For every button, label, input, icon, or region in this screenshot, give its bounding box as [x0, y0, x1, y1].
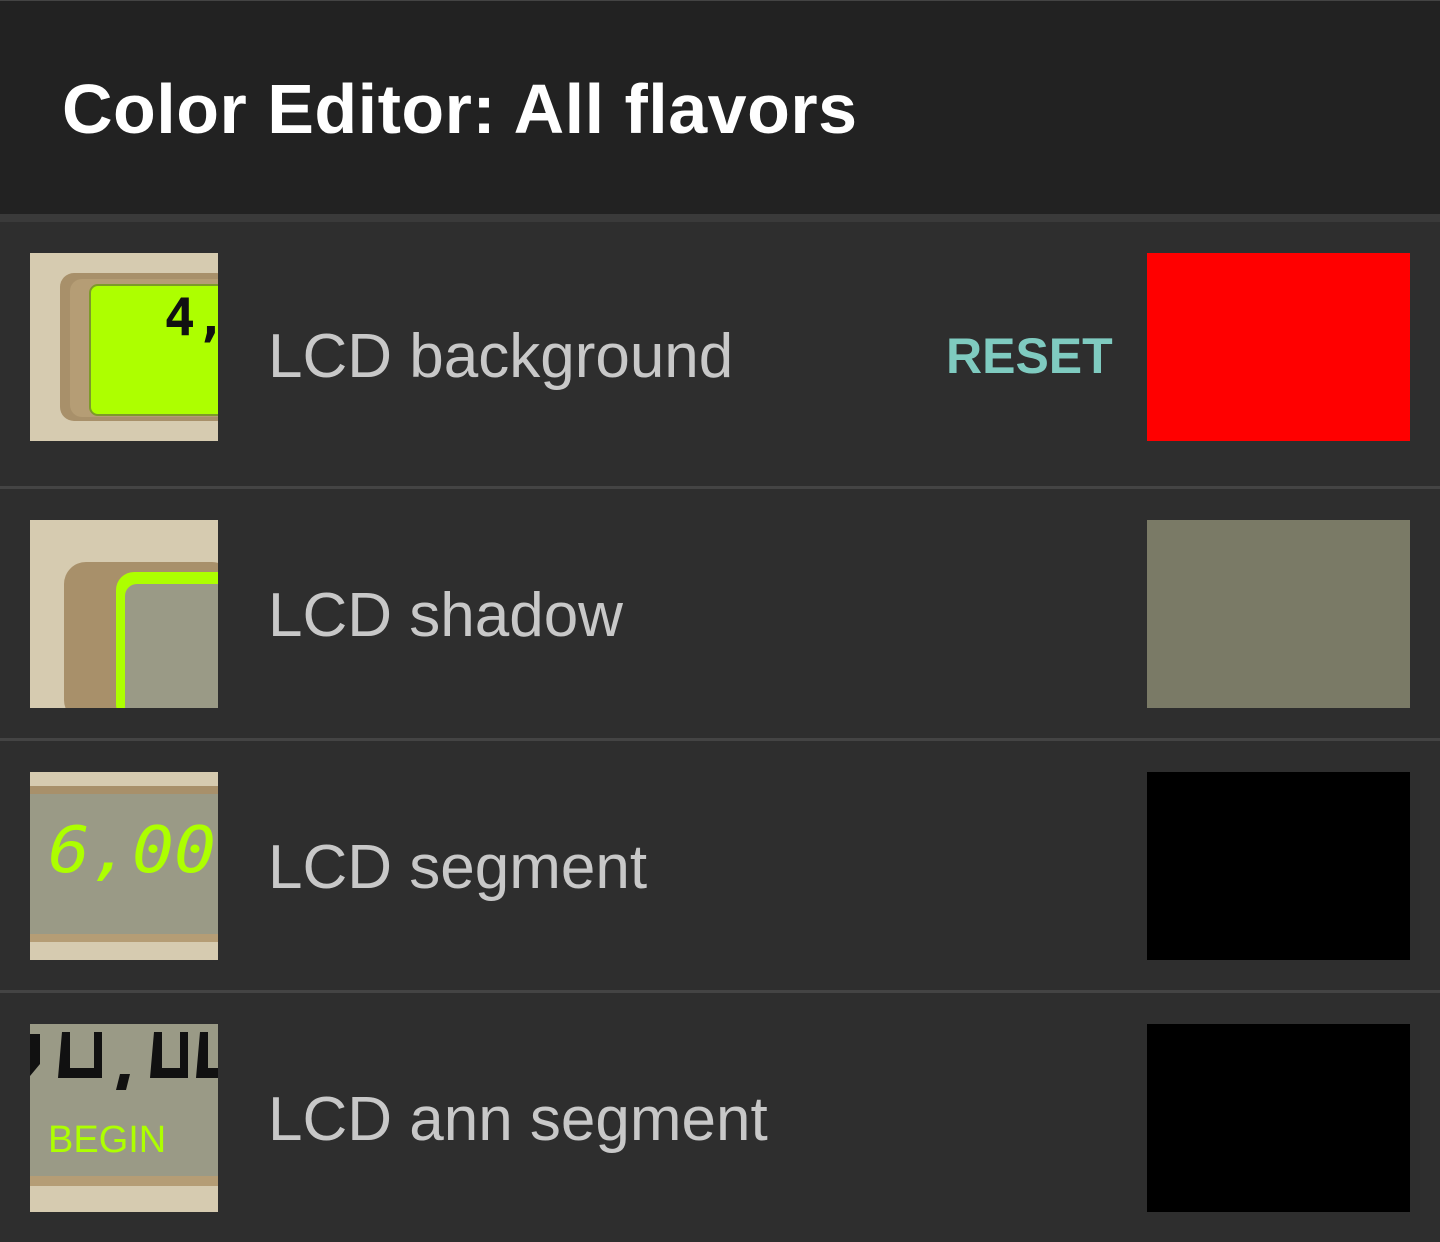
- lcd-background-reset-button[interactable]: RESET: [946, 326, 1113, 386]
- page-title: Color Editor: All flavors: [62, 70, 858, 148]
- app-header: Color Editor: All flavors: [0, 0, 1440, 215]
- color-row-lcd-segment[interactable]: 6,00 LCD segment: [0, 741, 1440, 990]
- color-row-lcd-ann-segment[interactable]: BEGIN LCD ann segment: [0, 993, 1440, 1242]
- lcd-shadow-thumbnail: [30, 520, 218, 708]
- lcd-ann-segment-thumb-label: BEGIN: [48, 1119, 166, 1161]
- lcd-shadow-color-swatch[interactable]: [1147, 520, 1410, 708]
- lcd-background-label: LCD background: [268, 322, 734, 391]
- lcd-ann-segment-color-swatch[interactable]: [1147, 1024, 1410, 1212]
- color-row-lcd-background[interactable]: 4, LCD background RESET: [0, 222, 1440, 486]
- color-row-lcd-shadow[interactable]: LCD shadow: [0, 489, 1440, 738]
- lcd-segment-label: LCD segment: [268, 833, 648, 902]
- lcd-segment-thumb-digits: 6,00: [48, 814, 216, 888]
- lcd-background-thumbnail: 4,: [30, 253, 218, 441]
- lcd-segment-color-swatch[interactable]: [1147, 772, 1410, 960]
- header-divider: [0, 214, 1440, 222]
- lcd-shadow-label: LCD shadow: [268, 581, 623, 650]
- lcd-background-color-swatch[interactable]: [1147, 253, 1410, 441]
- lcd-background-thumb-digits: 4,: [164, 288, 218, 348]
- lcd-ann-segment-thumbnail: BEGIN: [30, 1024, 218, 1212]
- lcd-segment-thumbnail: 6,00: [30, 772, 218, 960]
- lcd-ann-segment-label: LCD ann segment: [268, 1085, 768, 1154]
